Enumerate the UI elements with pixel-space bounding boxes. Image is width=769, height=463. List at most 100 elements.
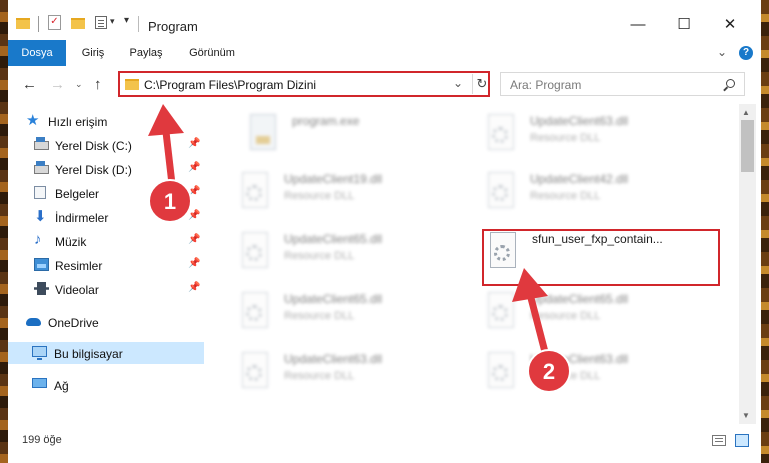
file-item[interactable]: program.exe [246,110,476,160]
customize-toolbar-button[interactable]: ▾ [124,15,129,33]
scrollbar-thumb[interactable] [741,120,754,172]
downloads-icon: ⬇ [34,208,47,225]
pin-icon[interactable]: 📌 [188,138,200,149]
pin-icon[interactable]: 📌 [188,210,200,221]
back-button[interactable]: ← [22,76,37,93]
search-icon [726,79,735,88]
file-item[interactable]: UpdateClient63.dll Resource DLL [238,348,468,398]
refresh-button[interactable]: ↻ [472,74,491,94]
sidebar-item-network[interactable]: Ağ [8,374,204,396]
sidebar-item-label: İndirmeler [55,211,109,225]
file-type: Resource DLL [530,370,601,382]
expand-ribbon-icon[interactable]: ⌄ [717,45,727,59]
vertical-scrollbar[interactable]: ▲ ▼ [739,104,756,424]
sidebar-item-label: Yerel Disk (C:) [55,139,132,153]
status-bar: 199 öğe [8,424,761,463]
application-icon [246,114,280,154]
file-highlight-box [482,229,720,286]
dll-file-icon [484,114,518,154]
dll-file-icon [484,352,518,392]
pin-icon[interactable]: 📌 [188,162,200,173]
file-type: Resource DLL [284,370,355,382]
dll-file-icon [484,292,518,332]
pin-icon[interactable]: 📌 [188,234,200,245]
pictures-icon [34,258,49,271]
minimize-button[interactable]: — [615,12,661,40]
file-item[interactable]: UpdateClient63.dll Resource DLL [484,110,714,160]
ribbon-tabs: Dosya Giriş Paylaş Görünüm ⌄ ? [8,40,761,67]
file-item[interactable]: UpdateClient65.dll Resource DLL [484,288,714,338]
sidebar-item-quick-access[interactable]: ★ Hızlı erişim [8,110,204,132]
file-list: program.exe UpdateClient63.dll Resource … [206,104,739,424]
star-icon: ★ [26,112,40,129]
tab-home[interactable]: Giriş [78,40,108,66]
dll-file-icon [238,172,272,212]
item-count: 199 öğe [22,434,62,446]
close-button[interactable]: ✕ [707,12,753,40]
file-name: UpdateClient19.dll [284,172,383,186]
file-name: UpdateClient63.dll [284,352,383,366]
tiles-view-icon[interactable] [735,434,749,447]
file-name: UpdateClient63.dll [530,114,629,128]
dll-file-icon [238,292,272,332]
details-view-icon[interactable] [712,435,726,446]
sidebar-item-this-pc[interactable]: Bu bilgisayar [8,342,204,364]
sidebar-item-local-disk-d[interactable]: Yerel Disk (D:) 📌 [8,158,204,180]
videos-icon [34,282,49,295]
recent-locations-button[interactable]: ⌄ [75,79,83,90]
navigation-pane: ★ Hızlı erişim Yerel Disk (C:) 📌 Yerel D… [8,104,206,424]
folder-icon [125,79,139,90]
documents-icon [34,186,46,199]
sidebar-item-label: Ağ [54,379,69,393]
forward-button[interactable]: → [50,76,65,93]
file-item[interactable]: UpdateClient42.dll Resource DLL [484,168,714,218]
new-folder-icon[interactable] [71,18,85,29]
search-placeholder: Ara: Program [510,78,582,92]
address-dropdown-button[interactable]: ⌄ [453,76,463,90]
scroll-up-icon[interactable]: ▲ [742,108,750,117]
maximize-button[interactable]: ☐ [661,12,707,40]
music-icon: ♪ [34,231,42,248]
pin-icon[interactable]: 📌 [188,258,200,269]
address-path[interactable]: C:\Program Files\Program Dizini [144,78,316,92]
drive-icon [34,161,49,174]
sidebar-item-downloads[interactable]: ⬇ İndirmeler 📌 [8,206,204,228]
drive-icon [34,137,49,150]
sidebar-item-videos[interactable]: Videolar 📌 [8,278,204,300]
sidebar-item-documents[interactable]: Belgeler 📌 [8,182,204,204]
file-item[interactable]: UpdateClient63.dll Resource DLL [484,348,714,398]
sidebar-item-local-disk-c[interactable]: Yerel Disk (C:) 📌 [8,134,204,156]
network-icon [32,378,47,388]
address-bar[interactable]: C:\Program Files\Program Dizini ⌄ ↻ [118,71,490,97]
explorer-window: ✓ ▾ ▾ Program — ☐ ✕ Dosya Giriş Paylaş G… [8,0,761,463]
title-divider [138,16,139,32]
tab-view[interactable]: Görünüm [184,40,240,66]
file-item[interactable]: UpdateClient65.dll Resource DLL [238,228,468,278]
view-icon[interactable] [95,16,107,29]
search-input[interactable]: Ara: Program [500,72,745,96]
sidebar-item-music[interactable]: ♪ Müzik 📌 [8,230,204,252]
pin-icon[interactable]: 📌 [188,186,200,197]
sidebar-item-onedrive[interactable]: OneDrive [8,311,204,333]
sidebar-item-label: Resimler [55,259,103,273]
sidebar-item-label: OneDrive [48,316,99,330]
file-item[interactable]: UpdateClient19.dll Resource DLL [238,168,468,218]
file-item[interactable]: UpdateClient65.dll Resource DLL [238,288,468,338]
sidebar-item-label: Bu bilgisayar [54,347,123,361]
file-name: UpdateClient65.dll [530,292,629,306]
file-name: UpdateClient63.dll [530,352,629,366]
tab-share[interactable]: Paylaş [126,40,166,66]
scroll-down-icon[interactable]: ▼ [742,411,750,420]
sidebar-item-label: Hızlı erişim [48,115,108,129]
cloud-icon [26,318,41,326]
properties-icon[interactable]: ✓ [48,15,61,30]
file-name: UpdateClient42.dll [530,172,629,186]
file-name: UpdateClient65.dll [284,232,383,246]
up-button[interactable]: ↑ [94,76,102,93]
help-icon[interactable]: ? [739,46,753,60]
pin-icon[interactable]: 📌 [188,282,200,293]
chevron-down-icon[interactable]: ▾ [110,16,115,34]
file-name: program.exe [292,114,360,128]
sidebar-item-pictures[interactable]: Resimler 📌 [8,254,204,276]
tab-file[interactable]: Dosya [8,40,66,66]
